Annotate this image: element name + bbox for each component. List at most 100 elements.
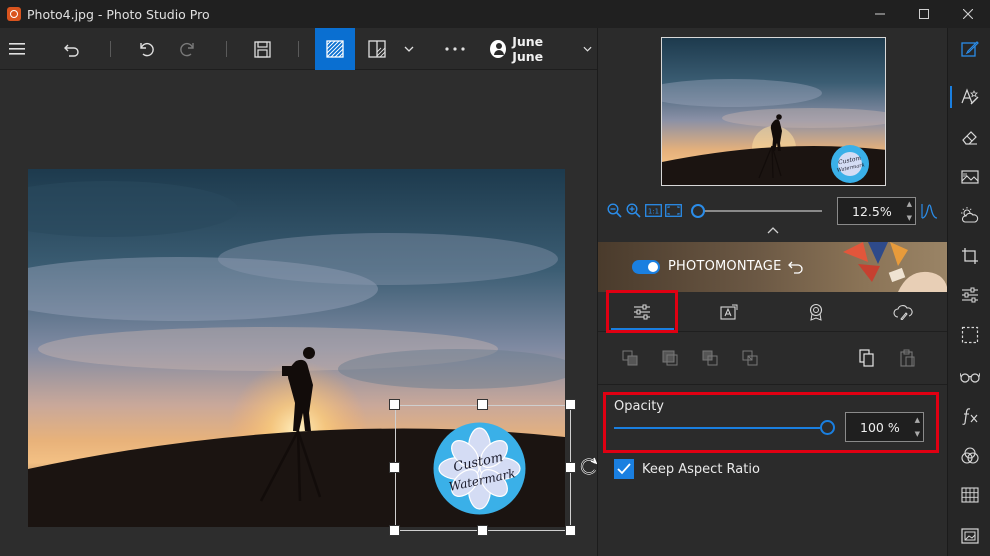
fit-icon[interactable] — [665, 204, 682, 217]
app-icon — [7, 7, 21, 21]
view-single-icon — [326, 40, 344, 58]
sidebar-item-eraser[interactable] — [948, 118, 990, 156]
preview-thumbnail: Custom Watermark — [662, 38, 885, 185]
user-avatar-icon — [490, 40, 507, 58]
copy-icon[interactable] — [857, 348, 877, 368]
close-icon — [963, 9, 973, 19]
view-single-button[interactable] — [315, 28, 355, 70]
layer-tools — [598, 340, 948, 376]
more-button[interactable] — [440, 28, 470, 70]
undo-button[interactable] — [131, 28, 161, 70]
selection-box[interactable] — [395, 405, 571, 531]
weather-icon — [960, 207, 978, 223]
layer-front-icon[interactable] — [620, 348, 640, 368]
layer-backward-icon[interactable] — [700, 348, 720, 368]
resize-handle-bottom-right[interactable] — [565, 525, 576, 536]
resize-handle-bottom[interactable] — [477, 525, 488, 536]
close-button[interactable] — [946, 0, 990, 28]
minimize-button[interactable] — [858, 0, 902, 28]
navigator-preview[interactable]: Custom Watermark — [661, 37, 886, 186]
spin-up-icon[interactable]: ▲ — [915, 416, 920, 424]
sidebar-item-fx[interactable] — [948, 397, 990, 435]
selection-icon — [961, 326, 978, 344]
opacity-value: 100 % — [860, 419, 900, 435]
sidebar-item-frame[interactable] — [948, 517, 990, 555]
main-toolbar: June June — [0, 28, 597, 70]
zoom-input[interactable]: 12.5% ▲ ▼ — [837, 197, 916, 225]
minimize-icon — [875, 13, 885, 15]
zoom-in-icon[interactable] — [626, 203, 641, 218]
photomontage-label: PHOTOMONTAGE — [668, 259, 782, 274]
sidebar-item-sliders[interactable] — [948, 276, 990, 314]
zoom-slider[interactable] — [691, 204, 828, 218]
tab-badge[interactable] — [772, 292, 859, 332]
view-compare-button[interactable] — [362, 28, 392, 70]
resize-handle-right[interactable] — [565, 462, 576, 473]
layer-forward-icon[interactable] — [660, 348, 680, 368]
keep-aspect-ratio-option[interactable]: Keep Aspect Ratio — [614, 458, 760, 480]
paste-icon[interactable] — [897, 348, 917, 368]
crop-icon — [961, 248, 978, 264]
undo-history-button[interactable] — [57, 28, 87, 70]
resize-handle-top[interactable] — [477, 399, 488, 410]
user-account-button[interactable]: June June — [490, 28, 592, 70]
keep-aspect-ratio-checkbox[interactable] — [614, 459, 634, 479]
sidebar-item-weather[interactable] — [948, 196, 990, 234]
maximize-icon — [919, 9, 929, 19]
window-controls — [858, 0, 990, 28]
chevron-down-icon — [583, 46, 592, 52]
redo-button[interactable] — [173, 28, 203, 70]
layer-back-icon[interactable] — [740, 348, 760, 368]
photomontage-toggle[interactable] — [632, 260, 660, 274]
opacity-slider-track — [614, 427, 820, 429]
save-icon — [253, 40, 271, 58]
actual-size-icon[interactable]: 1:1 — [645, 204, 662, 217]
menu-button[interactable] — [2, 28, 32, 70]
badge-icon — [809, 303, 822, 321]
sidebar-item-mosaic[interactable] — [948, 476, 990, 514]
sidebar-item-magic-text[interactable] — [948, 78, 990, 116]
opacity-input[interactable]: 100 % ▲ ▼ — [845, 412, 924, 442]
magic-text-icon — [960, 88, 978, 105]
toolbar-separator — [226, 41, 227, 57]
view-mode-dropdown[interactable] — [398, 28, 420, 70]
zoom-slider-track — [697, 210, 822, 212]
sidebar-item-color[interactable] — [948, 437, 990, 475]
zoom-value: 12.5% — [852, 203, 892, 219]
maximize-button[interactable] — [902, 0, 946, 28]
more-icon — [445, 47, 465, 51]
tab-brush[interactable] — [859, 292, 946, 332]
photo-studio-app: Photo4.jpg - Photo Studio Pro June June … — [0, 0, 990, 556]
zoom-slider-knob[interactable] — [691, 204, 705, 218]
save-button[interactable] — [247, 28, 277, 70]
redo-icon — [180, 42, 194, 57]
image-canvas[interactable]: Custom Watermark — [0, 70, 598, 556]
opacity-slider-knob[interactable] — [820, 420, 835, 435]
sidebar-item-glasses[interactable] — [948, 358, 990, 396]
user-name: June June — [512, 34, 544, 64]
chevron-up-icon — [767, 227, 779, 234]
spin-up-icon[interactable]: ▲ — [907, 200, 912, 208]
title-bar: Photo4.jpg - Photo Studio Pro — [0, 0, 990, 28]
sidebar-item-edit[interactable] — [948, 30, 990, 68]
hamburger-menu-icon — [9, 43, 25, 55]
spin-down-icon[interactable]: ▼ — [915, 430, 920, 438]
reset-icon[interactable] — [788, 259, 804, 275]
resize-handle-left[interactable] — [389, 462, 400, 473]
sliders-icon — [961, 287, 978, 303]
resize-handle-top-right[interactable] — [565, 399, 576, 410]
sidebar-item-photo-filter[interactable] — [948, 158, 990, 196]
resize-handle-top-left[interactable] — [389, 399, 400, 410]
sidebar-item-selection[interactable] — [948, 316, 990, 354]
spin-down-icon[interactable]: ▼ — [907, 214, 912, 222]
tab-text[interactable] — [685, 292, 772, 332]
resize-handle-bottom-left[interactable] — [389, 525, 400, 536]
toolbar-separator — [298, 41, 299, 57]
fx-icon — [961, 408, 977, 425]
zoom-out-icon[interactable] — [607, 203, 622, 218]
color-circles-icon — [960, 447, 979, 464]
sidebar-item-crop[interactable] — [948, 237, 990, 275]
collapse-preview-button[interactable] — [598, 226, 948, 242]
keep-aspect-ratio-label: Keep Aspect Ratio — [642, 461, 760, 477]
histogram-icon[interactable] — [921, 202, 938, 219]
